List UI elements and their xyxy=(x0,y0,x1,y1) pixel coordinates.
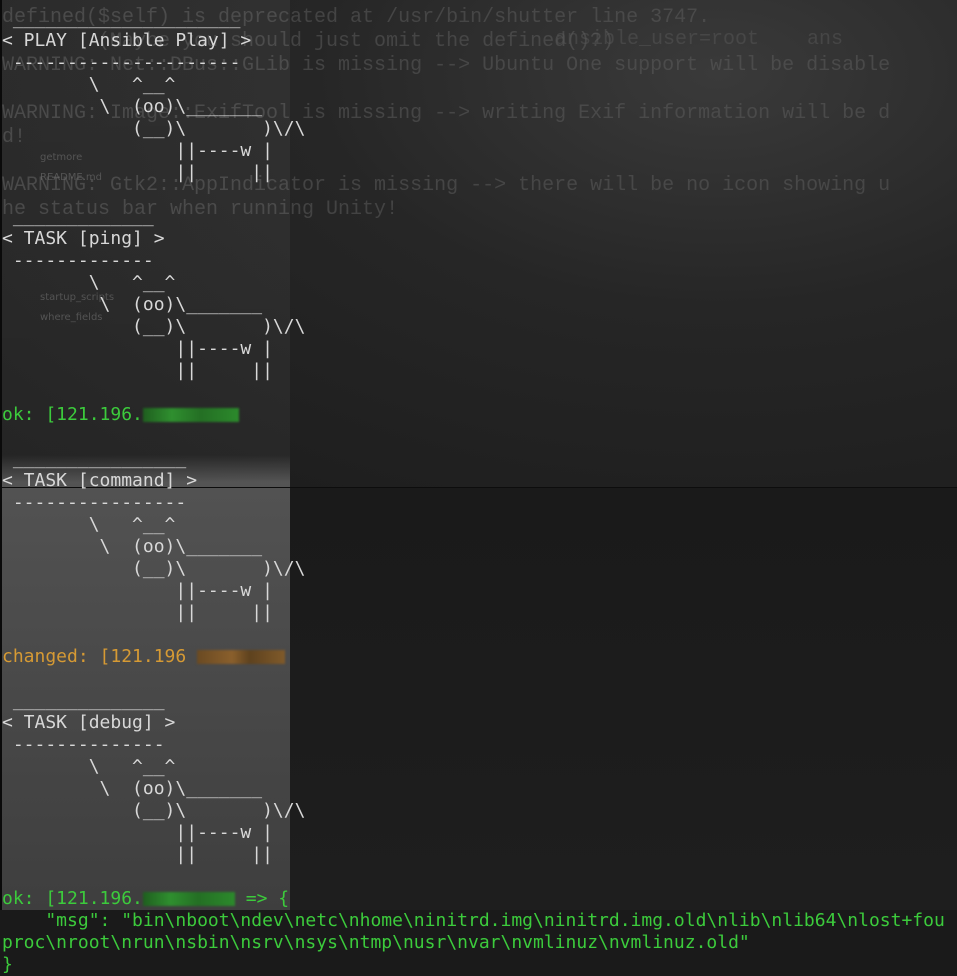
terminal-line: ok: [121.196. xyxy=(2,404,945,426)
terminal-line-text: ------------- xyxy=(2,250,154,271)
terminal-line-text: changed: [121.196 xyxy=(2,646,198,667)
terminal-line: } xyxy=(2,954,945,976)
terminal-line-text: ||----w | xyxy=(2,580,273,601)
redacted-ip-block xyxy=(197,650,286,664)
terminal-line: || || xyxy=(2,162,945,184)
terminal-line: < TASK [debug] > xyxy=(2,712,945,734)
terminal-line-text: _____________________ xyxy=(2,8,241,29)
terminal-line-text: _____________ xyxy=(2,206,154,227)
terminal-line-text: || || xyxy=(2,844,273,865)
terminal-line-text: -------------- xyxy=(2,734,165,755)
terminal-line-text: ---------------- xyxy=(2,492,187,513)
terminal-line: "msg": "bin\nboot\ndev\netc\nhome\ninitr… xyxy=(2,910,945,932)
redacted-ip-block xyxy=(142,408,239,422)
terminal-line: _____________ xyxy=(2,206,945,228)
terminal-line-text: (__)\ )\/\ xyxy=(2,558,306,579)
terminal-line: < TASK [command] > xyxy=(2,470,945,492)
terminal-line: < PLAY [Ansible Play] > xyxy=(2,30,945,52)
ansible-output[interactable]: _____________________ < PLAY [Ansible Pla… xyxy=(2,8,945,976)
terminal-line-text: \ ^__^ xyxy=(2,74,176,95)
terminal-line: ---------------- xyxy=(2,492,945,514)
terminal-line-text: ||----w | xyxy=(2,140,273,161)
terminal-line-text: || || xyxy=(2,602,273,623)
terminal-line: -------------- xyxy=(2,734,945,756)
terminal-line-suffix: => { xyxy=(234,888,290,909)
terminal-line-text: \ (oo)\_______ xyxy=(2,778,263,799)
terminal-line-text: ok: [121.196. xyxy=(2,888,143,909)
terminal-line-text: \ (oo)\_______ xyxy=(2,294,263,315)
terminal-line-text: } xyxy=(2,954,13,975)
terminal-line: \ ^__^ xyxy=(2,756,945,778)
terminal-line: \ (oo)\_______ xyxy=(2,294,945,316)
terminal-line-text: \ ^__^ xyxy=(2,272,176,293)
terminal-line: \ ^__^ xyxy=(2,272,945,294)
terminal-line-text: (__)\ )\/\ xyxy=(2,800,306,821)
terminal-line: < TASK [ping] > xyxy=(2,228,945,250)
terminal-line-text: < TASK [command] > xyxy=(2,470,198,491)
terminal-line: (__)\ )\/\ xyxy=(2,118,945,140)
terminal-line-text: (__)\ )\/\ xyxy=(2,316,306,337)
terminal-line: (__)\ )\/\ xyxy=(2,316,945,338)
terminal-line: ||----w | xyxy=(2,338,945,360)
terminal-line: \ (oo)\_______ xyxy=(2,536,945,558)
terminal-line-text: < TASK [debug] > xyxy=(2,712,176,733)
terminal-line-text: \ ^__^ xyxy=(2,514,176,535)
terminal-line-text: \ ^__^ xyxy=(2,756,176,777)
terminal-line: ok: [121.196. => { xyxy=(2,888,945,910)
terminal-line-text: < TASK [ping] > xyxy=(2,228,165,249)
terminal-line-text: ______________ xyxy=(2,690,165,711)
terminal-line-text: \ (oo)\_______ xyxy=(2,536,263,557)
terminal-line: _____________________ xyxy=(2,8,945,30)
redacted-ip-block xyxy=(142,892,235,906)
terminal-line-text: || || xyxy=(2,162,273,183)
terminal-line: ||----w | xyxy=(2,822,945,844)
terminal-line: \ ^__^ xyxy=(2,74,945,96)
terminal-line: --------------------- xyxy=(2,52,945,74)
terminal-line: ||----w | xyxy=(2,580,945,602)
terminal-line: || || xyxy=(2,602,945,624)
terminal-line-text: proc\nroot\nrun\nsbin\nsrv\nsys\ntmp\nus… xyxy=(2,932,750,953)
terminal-line: \ (oo)\_______ xyxy=(2,96,945,118)
terminal-line-text: "msg": "bin\nboot\ndev\netc\nhome\ninitr… xyxy=(2,910,945,931)
terminal-line-text: ________________ xyxy=(2,448,187,469)
terminal-line-text: || || xyxy=(2,360,273,381)
terminal-line: \ ^__^ xyxy=(2,514,945,536)
terminal-line: || || xyxy=(2,844,945,866)
terminal-line-text: (__)\ )\/\ xyxy=(2,118,306,139)
terminal-line-text: ||----w | xyxy=(2,822,273,843)
terminal-line-text: --------------------- xyxy=(2,52,241,73)
terminal-line: ______________ xyxy=(2,690,945,712)
terminal-line-text: \ (oo)\_______ xyxy=(2,96,263,117)
terminal-line-text: ||----w | xyxy=(2,338,273,359)
terminal-line: (__)\ )\/\ xyxy=(2,800,945,822)
terminal-line: ------------- xyxy=(2,250,945,272)
terminal-line: changed: [121.196 xyxy=(2,646,945,668)
terminal-line: ||----w | xyxy=(2,140,945,162)
terminal-line: ________________ xyxy=(2,448,945,470)
terminal-line-text: ok: [121.196. xyxy=(2,404,143,425)
terminal-line-text: < PLAY [Ansible Play] > xyxy=(2,30,252,51)
terminal-line: \ (oo)\_______ xyxy=(2,778,945,800)
terminal-line: || || xyxy=(2,360,945,382)
terminal-line: proc\nroot\nrun\nsbin\nsrv\nsys\ntmp\nus… xyxy=(2,932,945,954)
terminal-line: (__)\ )\/\ xyxy=(2,558,945,580)
